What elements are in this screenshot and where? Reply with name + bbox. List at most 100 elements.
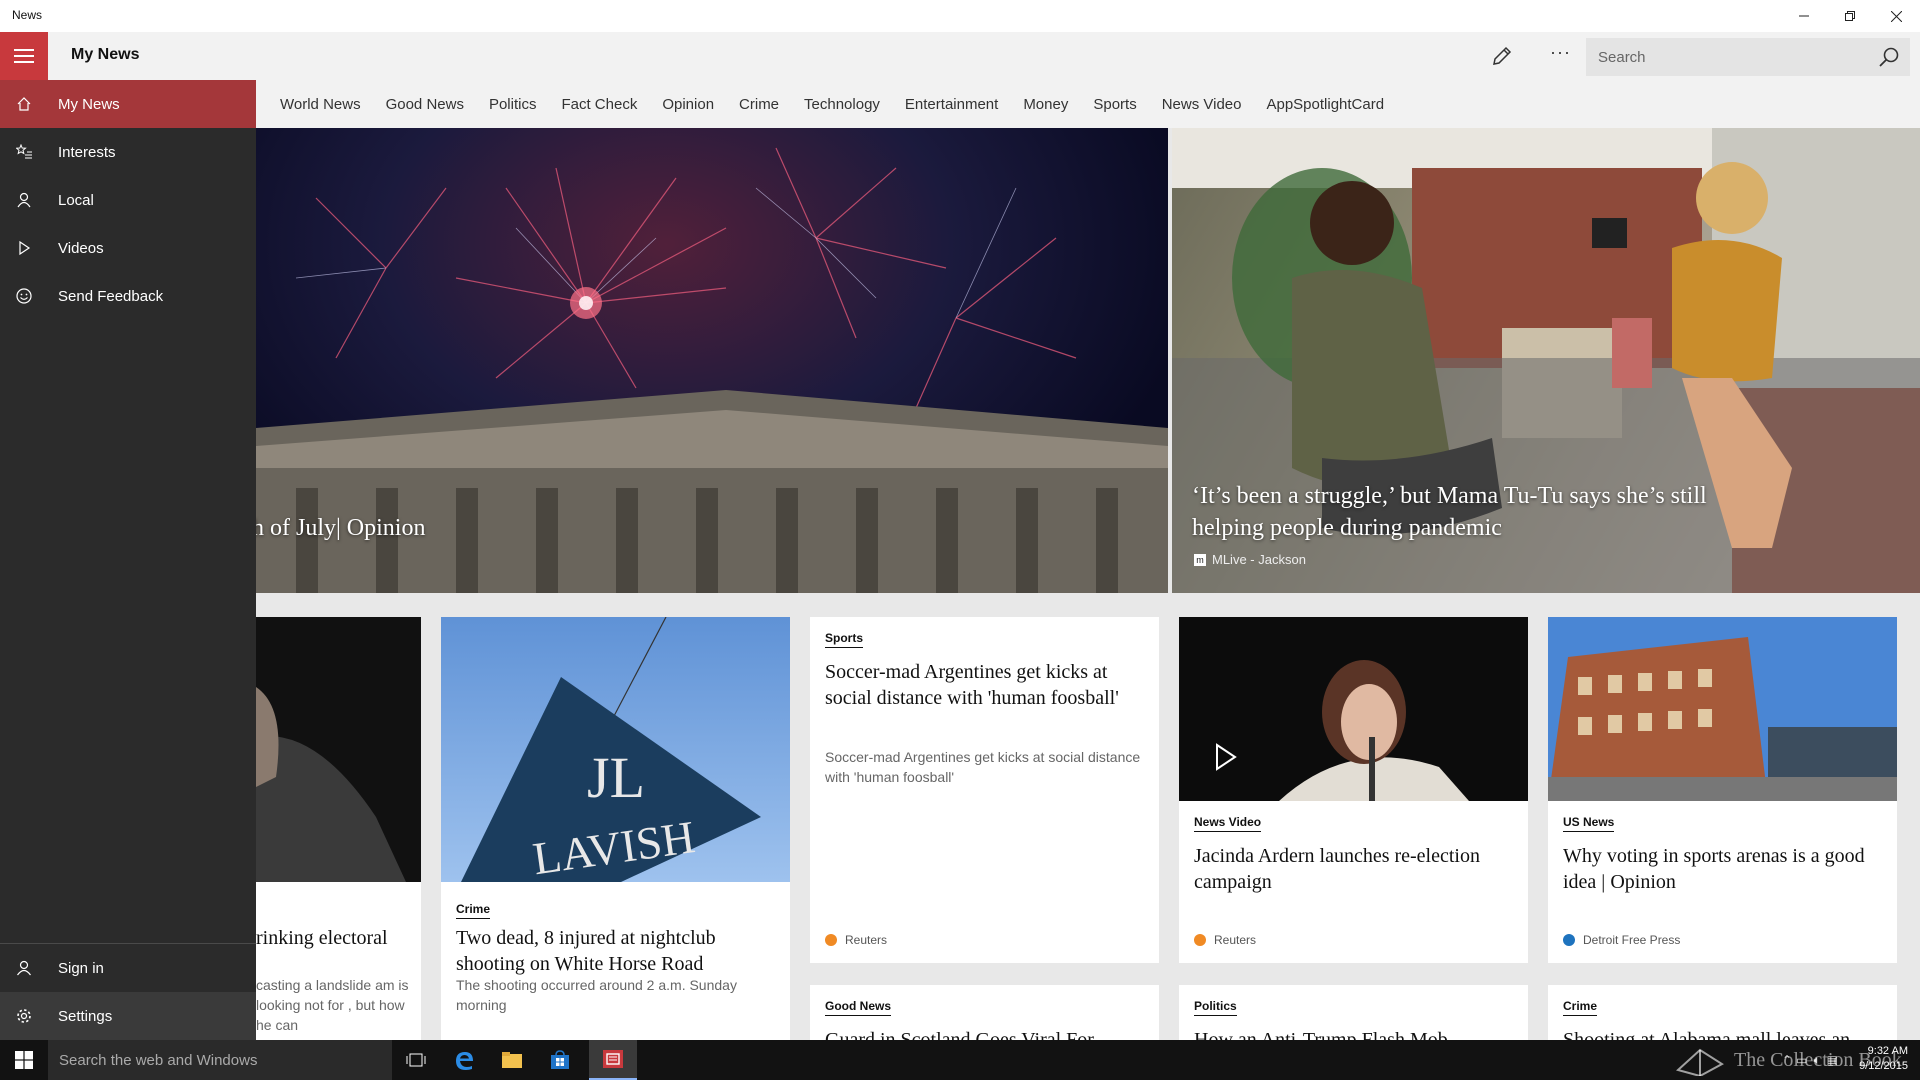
play-video-icon[interactable] [1205,737,1245,777]
nav-item-label: My News [58,95,120,113]
action-center-icon[interactable]: ▤ [1827,1053,1838,1067]
news-app-taskbar-button[interactable] [589,1040,637,1080]
volume-icon[interactable]: 🔈︎ [1813,1053,1820,1068]
tab-technology[interactable]: Technology [804,96,880,113]
nav-item-label: Local [58,191,94,209]
play-icon [0,224,48,272]
nav-item-my-news[interactable]: My News [0,80,256,128]
story-title: Shooting at Alabama mall leaves an [1563,1029,1851,1040]
hamburger-menu-button[interactable] [0,32,48,80]
windows-logo-icon [15,1051,33,1069]
nav-item-label: Settings [58,1007,113,1025]
home-icon [0,80,48,128]
story-card[interactable]: Crime Shooting at Alabama mall leaves an [1548,985,1897,1040]
tab-news-video[interactable]: News Video [1162,96,1242,113]
folder-icon [502,1052,522,1068]
tab-sports[interactable]: Sports [1093,96,1136,113]
story-title: Jacinda Ardern launches re-election camp… [1194,845,1480,893]
tab-world-news[interactable]: World News [280,96,361,113]
story-category[interactable]: Crime [456,902,491,919]
story-source: Reuters [1194,933,1256,947]
tab-fact-check[interactable]: Fact Check [561,96,637,113]
nav-item-label: Send Feedback [58,287,164,305]
story-card[interactable]: LAVISH JL Crime Two dead, 8 injured at n… [441,617,790,1040]
restore-button[interactable] [1827,0,1873,32]
reuters-logo-icon [825,934,837,946]
tray-chevron-icon[interactable]: ⌃ [1782,1053,1792,1067]
person-icon [0,944,48,992]
nav-item-send-feedback[interactable]: Send Feedback [0,272,256,320]
reuters-logo-icon [1194,934,1206,946]
tab-opinion[interactable]: Opinion [662,96,714,113]
story-card[interactable]: Sports Soccer-mad Argentines get kicks a… [810,617,1159,963]
story-card[interactable]: rinking electoral casting a landslide am… [256,617,421,1040]
story-category[interactable]: Sports [825,631,864,648]
store-button[interactable] [536,1040,584,1080]
story-card[interactable]: News Video Jacinda Ardern launches re-el… [1179,617,1528,963]
file-explorer-button[interactable] [488,1040,536,1080]
edit-pencil-icon[interactable] [1490,44,1514,68]
source-label: MLive - Jackson [1212,552,1306,567]
story-card[interactable]: Politics How an Anti-Trump Flash Mob [1179,985,1528,1040]
mlive-logo-icon: m [1194,553,1206,566]
hero-story-title: h of July| Opinion [256,515,426,541]
hero-story-mama-tutu[interactable]: ‘It’s been a struggle,’ but Mama Tu-Tu s… [1172,128,1920,593]
task-view-button[interactable] [392,1040,440,1080]
tab-good-news[interactable]: Good News [386,96,464,113]
story-title: Why voting in sports arenas is a good id… [1563,845,1865,893]
story-title: Guard in Scotland Goes Viral For [825,1029,1094,1040]
story-category[interactable]: Politics [1194,999,1237,1016]
story-image [256,617,421,882]
story-description: casting a landslide am is looking not fo… [256,977,409,1033]
tab-entertainment[interactable]: Entertainment [905,96,998,113]
nav-item-sign-in[interactable]: Sign in [0,944,256,992]
detroit-free-press-logo-icon [1563,934,1575,946]
page-title: My News [71,46,140,63]
clock-time: 9:32 AM [1867,1045,1908,1057]
nav-item-label: Videos [58,239,104,257]
lavish-sign-image: LAVISH JL [441,617,790,882]
source-label: Reuters [845,933,888,947]
tab-appspotlightcard[interactable]: AppSpotlightCard [1266,96,1384,113]
hero-story-title: ‘It’s been a struggle,’ but Mama Tu-Tu s… [1192,483,1707,541]
tab-politics[interactable]: Politics [489,96,537,113]
hero-story-fireworks[interactable]: h of July| Opinion [256,128,1168,593]
minimize-button[interactable] [1781,0,1827,32]
taskbar-search-input[interactable] [48,1040,378,1080]
more-options-button[interactable]: ··· [1550,42,1571,63]
taskbar-clock[interactable]: 9:32 AM 9/12/2015 [1859,1044,1908,1074]
nav-item-settings[interactable]: Settings [0,992,256,1040]
close-button[interactable] [1873,0,1919,32]
search-icon[interactable] [1878,46,1900,68]
edge-browser-button[interactable] [440,1040,488,1080]
nav-item-label: Sign in [58,959,104,977]
story-card[interactable]: US News Why voting in sports arenas is a… [1548,617,1897,963]
news-feed: h of July| Opinion ‘It’s been a struggle… [256,128,1920,1040]
clock-date: 9/12/2015 [1859,1060,1908,1072]
story-category[interactable]: Good News [825,999,892,1016]
story-card[interactable]: Good News Guard in Scotland Goes Viral F… [810,985,1159,1040]
story-description: The shooting occurred around 2 a.m. Sund… [456,977,737,1013]
story-source: Detroit Free Press [1563,933,1680,947]
nav-item-interests[interactable]: Interests [0,128,256,176]
story-category[interactable]: News Video [1194,815,1262,832]
hamburger-line [14,49,34,51]
story-title: Two dead, 8 injured at nightclub shootin… [456,927,716,975]
nav-item-local[interactable]: Local [0,176,256,224]
story-category[interactable]: Crime [1563,999,1598,1016]
app-header: My News ··· [0,32,1920,80]
nav-item-videos[interactable]: Videos [0,224,256,272]
network-icon[interactable]: ▭ [1796,1053,1807,1067]
windows-taskbar: ⌃ ▭ 🔈︎ ▤ 9:32 AM 9/12/2015 [0,1040,1920,1080]
tab-money[interactable]: Money [1023,96,1068,113]
story-category[interactable]: US News [1563,815,1615,832]
edge-icon [456,1052,473,1070]
story-title: How an Anti-Trump Flash Mob [1194,1029,1448,1040]
start-button[interactable] [0,1040,48,1080]
search-input[interactable] [1586,38,1866,76]
nav-item-label: Interests [58,143,116,161]
store-icon [551,1050,569,1069]
minimize-icon [1799,15,1809,17]
tab-crime[interactable]: Crime [739,96,779,113]
arena-building-image [1548,617,1897,801]
